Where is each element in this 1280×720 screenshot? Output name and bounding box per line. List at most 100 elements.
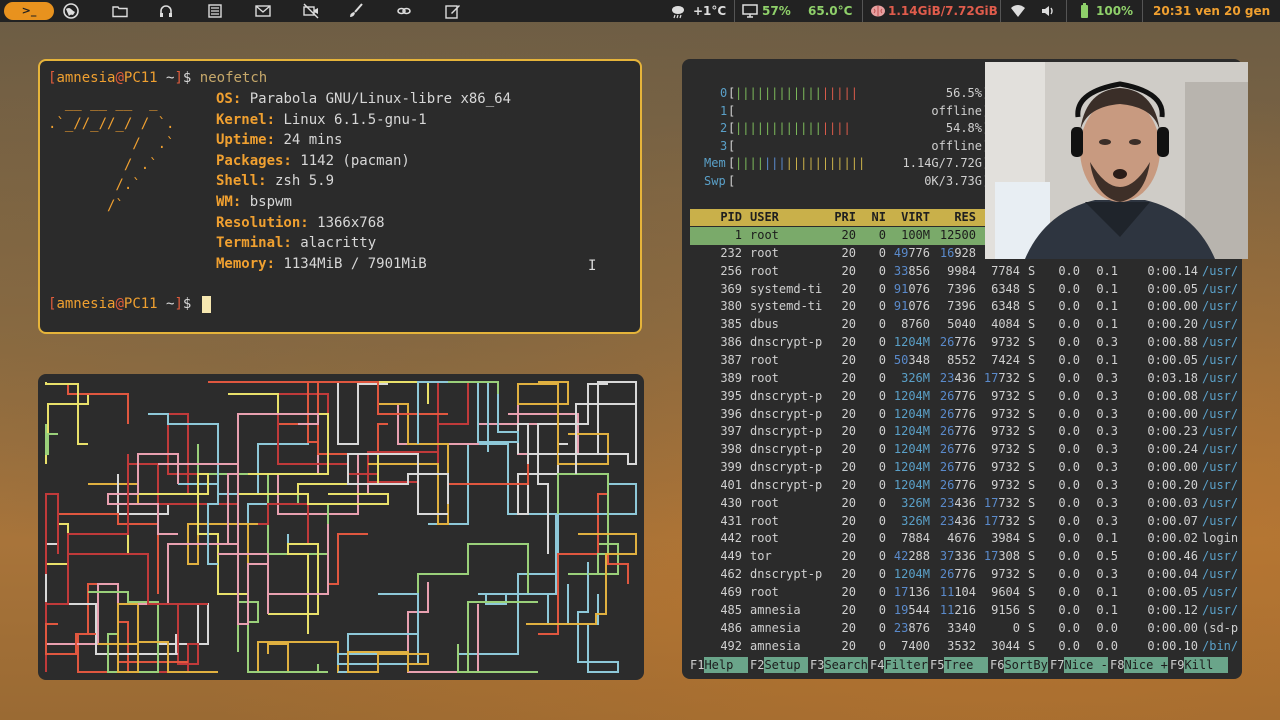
cell-res: 4676	[947, 531, 976, 546]
cell-res: 26776	[939, 406, 976, 421]
fkey-f1[interactable]: F1Help	[690, 657, 748, 673]
fkey-label: Setup	[764, 657, 808, 673]
cell-mem: 0.3	[1096, 442, 1118, 457]
col-pri[interactable]: PRI	[830, 209, 856, 226]
cell-pri: 20	[841, 228, 856, 242]
cell-user: amnesia	[750, 602, 801, 617]
cell-pid: 398	[720, 442, 742, 457]
fkey-f7[interactable]: F7Nice -	[1050, 657, 1108, 673]
link-icon[interactable]	[396, 3, 412, 19]
cell-time: 0:00.04	[1147, 567, 1198, 582]
pipes-terminal-window[interactable]	[38, 374, 644, 680]
cell-user: dnscrypt-p	[750, 335, 823, 350]
process-row[interactable]: 431 root 20 0 326M 23436 17732 S 0.0 0.3 0:00.07/u…	[690, 513, 1242, 531]
terminal-window[interactable]: [amnesia@PC11 ~]$ neofetch __ __ __ _ .`…	[38, 59, 642, 334]
cell-time: 0:00.05	[1147, 352, 1198, 367]
volume-icon[interactable]	[1040, 3, 1056, 19]
fkey-f9[interactable]: F9Kill	[1170, 657, 1228, 673]
process-row[interactable]: 389 root 20 0 326M 23436 17732 S 0.0 0.3 0:03.18/u…	[690, 370, 1242, 388]
document-icon[interactable]	[207, 3, 223, 19]
process-row[interactable]: 442 root 20 0 7884 4676 3984 S 0.0 0.1 0:00.02 logi…	[690, 530, 1242, 548]
process-row[interactable]: 386 dnscrypt-p 20 0 1204M 26776 9732 S 0.0 0.3 0:0…	[690, 334, 1242, 352]
cell-cpu: 0.0	[1058, 424, 1080, 439]
process-row[interactable]: 399 dnscrypt-p 20 0 1204M 26776 9732 S 0.0 0.3 0:0…	[690, 459, 1242, 477]
cell-shr: 0	[1012, 620, 1020, 635]
meter-value: offline	[931, 103, 982, 118]
cell-pri: 20	[841, 388, 856, 403]
process-row[interactable]: 462 dnscrypt-p 20 0 1204M 26776 9732 S 0.0 0.3 0:0…	[690, 566, 1242, 584]
col-pid[interactable]: PID	[690, 209, 742, 226]
process-row[interactable]: 380 systemd-ti 20 0 91076 7396 6348 S 0.0 0.1 0:00…	[690, 298, 1242, 316]
fkey-number: F6	[990, 658, 1005, 672]
process-row[interactable]: 396 dnscrypt-p 20 0 1204M 26776 9732 S 0.0 0.3 0:0…	[690, 406, 1242, 424]
cell-s: S	[1028, 335, 1036, 350]
cell-pri: 20	[841, 549, 856, 564]
fkey-f2[interactable]: F2Setup	[750, 657, 808, 673]
clock[interactable]: 20:31 ven 20 gen	[1153, 0, 1270, 22]
cell-cmd: /usr/	[1202, 388, 1239, 403]
process-row[interactable]: 430 root 20 0 326M 23436 17732 S 0.0 0.3 0:00.03/u…	[690, 495, 1242, 513]
prompt-line-active[interactable]: [amnesia@PC11 ~]$	[48, 294, 211, 315]
cell-virt: 33856	[893, 263, 930, 278]
pipe-segment	[218, 524, 329, 595]
col-user[interactable]: USER	[750, 209, 830, 226]
cell-cpu: 0.0	[1058, 638, 1080, 653]
cell-time: 0:00.00	[1147, 460, 1198, 475]
wifi-icon[interactable]	[1010, 3, 1026, 19]
fkey-f5[interactable]: F5Tree	[930, 657, 988, 673]
col-ni[interactable]: NI	[860, 209, 886, 226]
cell-pri: 20	[841, 495, 856, 510]
cell-pid: 442	[720, 531, 742, 546]
col-virt[interactable]: VIRT	[886, 209, 930, 226]
cell-cpu: 0.0	[1058, 549, 1080, 564]
cell-shr: 4084	[991, 317, 1020, 332]
process-row[interactable]: 486 amnesia 20 0 23876 3340 0 S 0.0 0.0 0:00.00 (sd…	[690, 620, 1242, 638]
process-row[interactable]: 387 root 20 0 50348 8552 7424 S 0.0 0.1 0:00.05/us…	[690, 352, 1242, 370]
terminal-launcher-button[interactable]: >_	[4, 2, 54, 20]
fkey-f8[interactable]: F8Nice +	[1110, 657, 1168, 673]
cell-cpu: 0.0	[1058, 460, 1080, 475]
cell-s: S	[1028, 442, 1036, 457]
process-row[interactable]: 256 root 20 0 33856 9984 7784 S 0.0 0.1 0:00.14/us…	[690, 263, 1242, 281]
fkey-f3[interactable]: F3Search	[810, 657, 868, 673]
pipe-segment	[277, 414, 388, 455]
brush-icon[interactable]	[348, 3, 364, 19]
fkey-f4[interactable]: F4Filter	[870, 657, 928, 673]
cell-virt: 1204M	[893, 335, 930, 350]
cell-ni: 0	[878, 335, 886, 350]
cell-time: 0:00.20	[1147, 317, 1198, 332]
cell-ni: 0	[878, 531, 886, 546]
cell-res: 8552	[947, 352, 976, 367]
headphones-icon[interactable]	[158, 3, 174, 19]
cell-ni: 0	[878, 495, 886, 510]
process-row[interactable]: 369 systemd-ti 20 0 91076 7396 6348 S 0.0 0.1 0:00…	[690, 281, 1242, 299]
cell-cmd: /usr/	[1202, 495, 1239, 510]
edit-icon[interactable]	[445, 3, 461, 19]
cell-pid: 386	[720, 335, 742, 350]
cell-pri: 20	[841, 406, 856, 421]
video-off-icon[interactable]	[303, 3, 319, 19]
process-row[interactable]: 397 dnscrypt-p 20 0 1204M 26776 9732 S 0.0 0.3 0:0…	[690, 423, 1242, 441]
col-res[interactable]: RES	[930, 209, 976, 226]
cell-virt: 49776	[893, 245, 930, 260]
process-row[interactable]: 469 root 20 0 17136 11104 9604 S 0.0 0.1 0:00.05/u…	[690, 584, 1242, 602]
folder-icon[interactable]	[112, 3, 128, 19]
cell-pid: 462	[720, 567, 742, 582]
mail-icon[interactable]	[255, 3, 271, 19]
process-row[interactable]: 449 tor 20 0 42288 37336 17308 S 0.0 0.5 0:00.46/u…	[690, 548, 1242, 566]
process-row[interactable]: 395 dnscrypt-p 20 0 1204M 26776 9732 S 0.0 0.3 0:0…	[690, 388, 1242, 406]
globe-icon[interactable]	[63, 3, 79, 19]
fkey-f6[interactable]: F6SortBy	[990, 657, 1048, 673]
cell-s: S	[1028, 477, 1036, 492]
process-row[interactable]: 485 amnesia 20 0 19544 11216 9156 S 0.0 0.1 0:00.1…	[690, 602, 1242, 620]
command-text: neofetch	[199, 70, 268, 86]
cell-s: S	[1028, 388, 1036, 403]
process-row[interactable]: 492 amnesia 20 0 7400 3532 3044 S 0.0 0.0 0:00.10 /…	[690, 638, 1242, 656]
cell-ni: 0	[878, 245, 886, 260]
memory-usage: 1.14GiB/7.72GiB	[888, 4, 998, 18]
cell-user: root	[750, 531, 779, 546]
process-row[interactable]: 398 dnscrypt-p 20 0 1204M 26776 9732 S 0.0 0.3 0:0…	[690, 441, 1242, 459]
cell-mem: 0.1	[1096, 317, 1118, 332]
process-row[interactable]: 401 dnscrypt-p 20 0 1204M 26776 9732 S 0.0 0.3 0:0…	[690, 477, 1242, 495]
process-row[interactable]: 385 dbus 20 0 8760 5040 4084 S 0.0 0.1 0:00.20/usr…	[690, 316, 1242, 334]
